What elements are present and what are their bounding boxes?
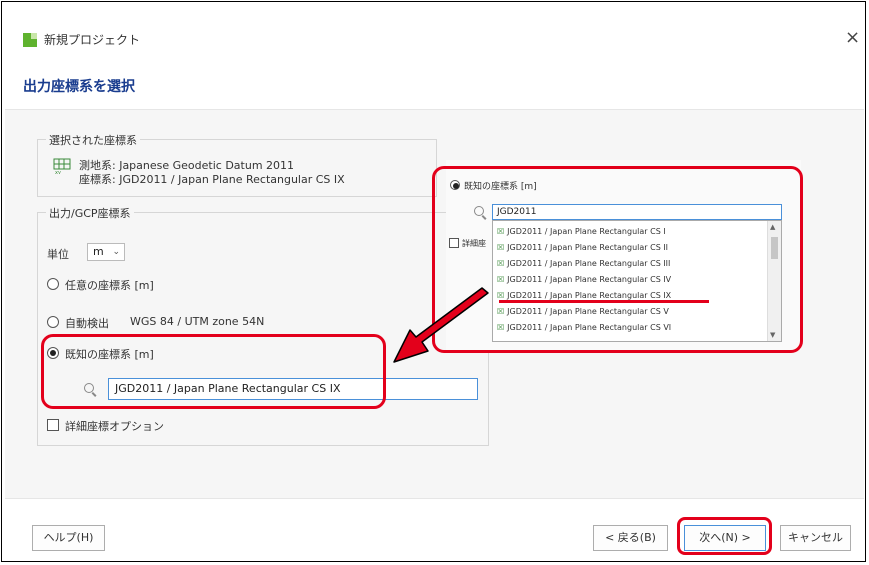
- back-button[interactable]: < 戻る(B): [593, 525, 668, 551]
- unit-label: 単位: [47, 248, 69, 261]
- advanced-options-checkbox[interactable]: [47, 419, 59, 431]
- cancel-button[interactable]: キャンセル: [780, 525, 851, 551]
- highlight-next-button: [677, 517, 772, 555]
- unit-select[interactable]: m ⌄: [87, 243, 125, 261]
- radio-arbitrary-crs-label: 任意の座標系 [m]: [65, 279, 154, 292]
- window-title: 新規プロジェクト: [44, 33, 141, 47]
- output-crs-legend: 出力/GCP座標系: [46, 205, 134, 221]
- highlight-known-crs: [41, 334, 386, 409]
- chevron-down-icon: ⌄: [112, 247, 120, 257]
- advanced-options-label: 詳細座標オプション: [65, 420, 164, 433]
- crs-text: 座標系: JGD2011 / Japan Plane Rectangular C…: [79, 173, 345, 186]
- help-button[interactable]: ヘルプ(H): [32, 525, 105, 551]
- radio-auto-detect[interactable]: [47, 316, 59, 328]
- selected-crs-legend: 選択された座標系: [46, 132, 140, 148]
- app-logo-icon: [23, 33, 37, 47]
- red-arrow-icon: [393, 287, 489, 363]
- radio-arbitrary-crs[interactable]: [47, 278, 59, 290]
- page-heading: 出力座標系を選択: [23, 79, 135, 95]
- grid-icon: xy: [53, 158, 71, 174]
- radio-auto-detect-label: 自動検出: [65, 317, 109, 330]
- auto-detect-value: WGS 84 / UTM zone 54N: [130, 315, 265, 328]
- svg-text:xy: xy: [55, 170, 61, 174]
- close-icon[interactable]: ×: [845, 27, 860, 48]
- unit-select-value: m: [93, 245, 104, 258]
